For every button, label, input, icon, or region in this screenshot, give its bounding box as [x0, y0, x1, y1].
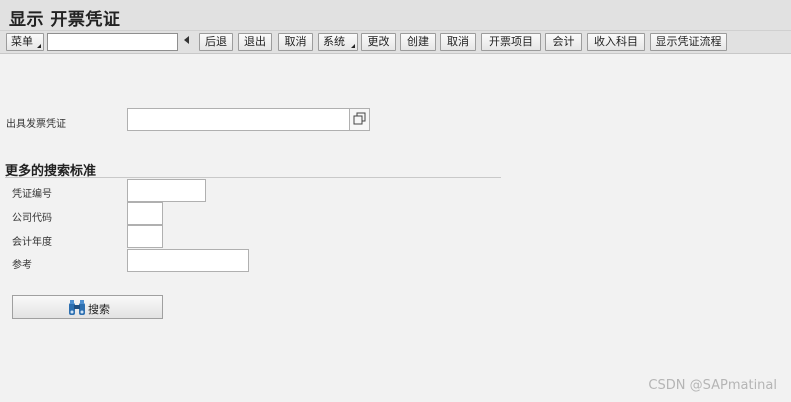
dropdown-corner-icon [37, 44, 41, 48]
change-button[interactable]: 更改 [361, 33, 396, 51]
cancel-button[interactable]: 取消 [278, 33, 313, 51]
cancel-document-button[interactable]: 取消 [440, 33, 476, 51]
search-button-label: 搜索 [88, 303, 110, 316]
doc-number-input[interactable] [127, 179, 206, 202]
reference-input[interactable] [127, 249, 249, 272]
title-bar: 显示 开票凭证 [0, 0, 791, 31]
billing-doc-label: 出具发票凭证 [6, 119, 66, 130]
fiscal-year-input[interactable] [127, 225, 163, 248]
revenue-account-button[interactable]: 收入科目 [587, 33, 645, 51]
command-field[interactable] [47, 33, 178, 51]
billing-doc-input[interactable] [127, 108, 350, 131]
doc-number-label: 凭证编号 [12, 189, 52, 200]
accounting-button[interactable]: 会计 [545, 33, 582, 51]
billing-items-button[interactable]: 开票项目 [481, 33, 541, 51]
system-menu-label: 系统 [323, 35, 345, 48]
system-menu-button[interactable]: 系统 [318, 33, 358, 51]
company-code-input[interactable] [127, 202, 163, 225]
collapse-arrow-icon[interactable] [184, 36, 189, 44]
application-toolbar: 菜单 后退 退出 取消 系统 更改 创建 取消 开票项目 会计 收入科目 显示凭… [0, 31, 791, 54]
binoculars-icon [68, 300, 86, 319]
company-code-label: 公司代码 [12, 213, 52, 224]
value-help-button[interactable] [349, 108, 370, 131]
watermark: CSDN @SAPmatinal [648, 378, 777, 393]
value-help-icon [353, 112, 366, 125]
menu-button[interactable]: 菜单 [6, 33, 44, 51]
create-button[interactable]: 创建 [400, 33, 436, 51]
search-button[interactable]: 搜索 [12, 295, 163, 319]
menu-button-label: 菜单 [11, 35, 33, 48]
page-title: 显示 开票凭证 [9, 10, 121, 30]
document-flow-button[interactable]: 显示凭证流程 [650, 33, 727, 51]
back-button[interactable]: 后退 [199, 33, 233, 51]
section-divider [5, 177, 501, 178]
fiscal-year-label: 会计年度 [12, 237, 52, 248]
exit-button[interactable]: 退出 [238, 33, 272, 51]
reference-label: 参考 [12, 260, 32, 271]
dropdown-corner-icon [351, 44, 355, 48]
